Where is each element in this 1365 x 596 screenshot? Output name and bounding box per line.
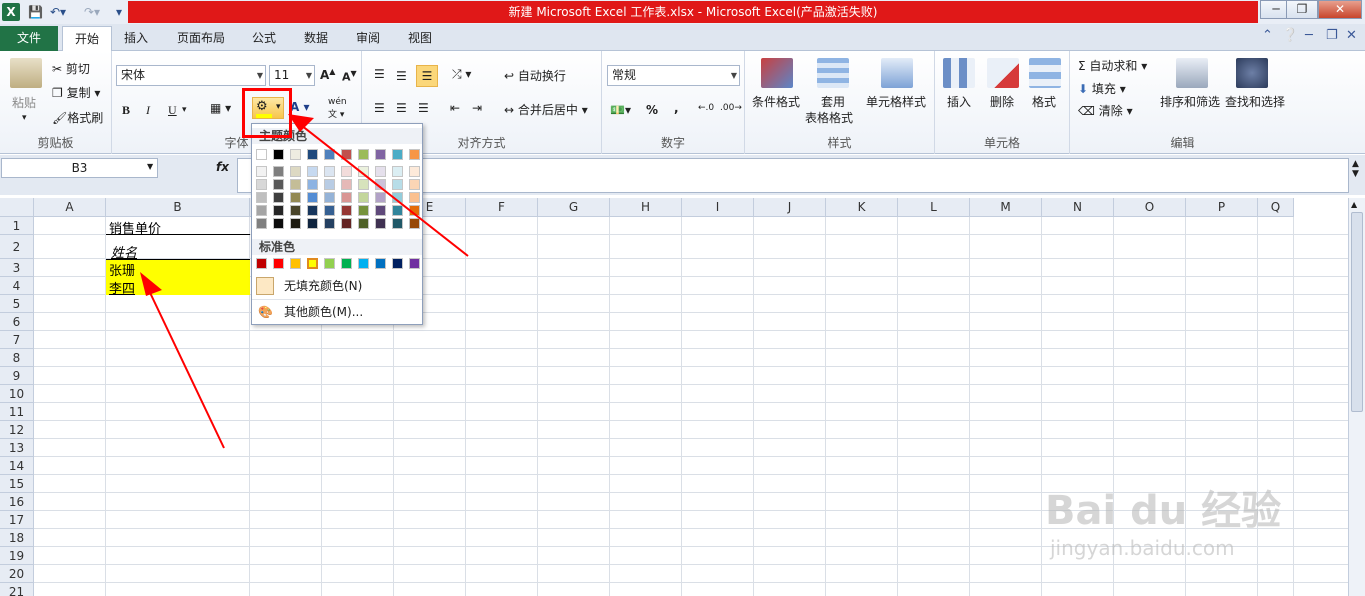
arrow-head-cells	[140, 272, 162, 296]
arrow-head-fill	[288, 114, 314, 132]
baidu-watermark: Bai du 经验	[1045, 488, 1282, 534]
baidu-watermark-url: jingyan.baidu.com	[1050, 536, 1235, 560]
arrow-line-to-cells	[143, 279, 225, 449]
arrow-line-to-fill	[291, 117, 469, 257]
